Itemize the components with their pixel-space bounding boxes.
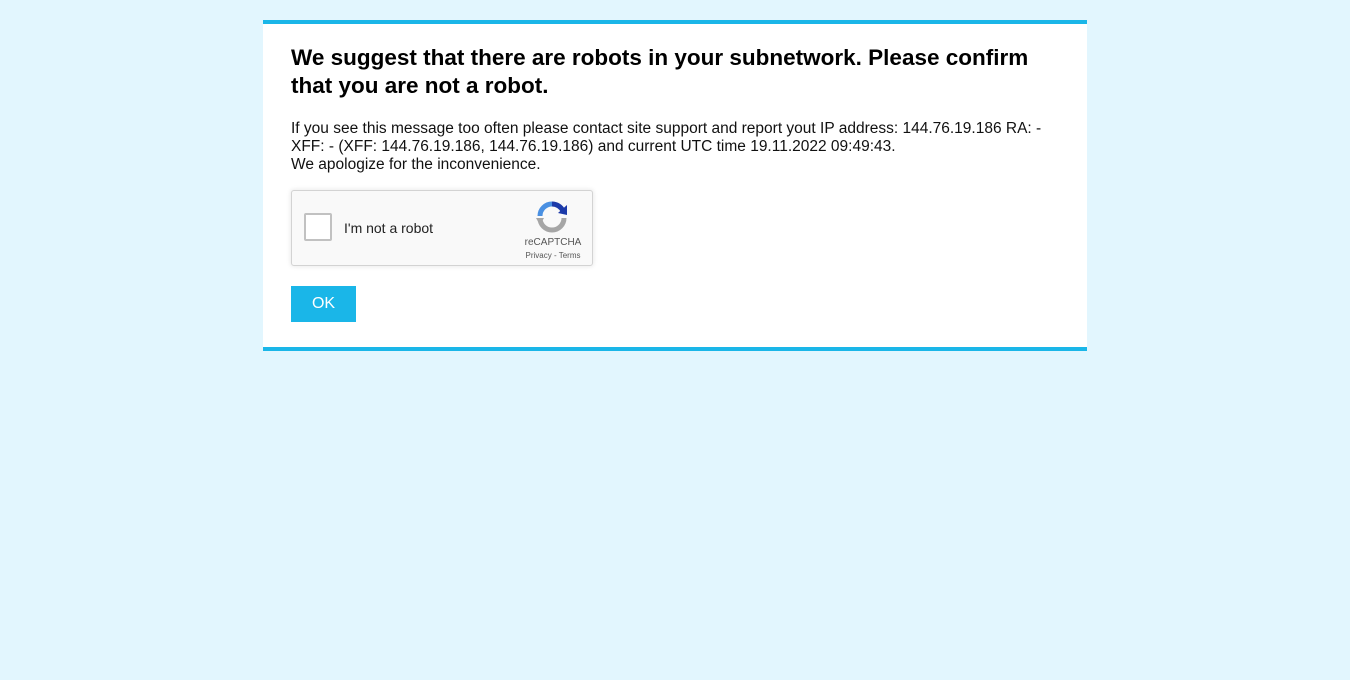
ok-button[interactable]: OK xyxy=(291,286,356,322)
recaptcha-checkbox-label: I'm not a robot xyxy=(344,220,434,236)
robot-check-card: We suggest that there are robots in your… xyxy=(263,20,1087,351)
recaptcha-links-separator: - xyxy=(551,251,559,260)
page-title: We suggest that there are robots in your… xyxy=(291,45,1029,98)
recaptcha-privacy-link[interactable]: Privacy xyxy=(526,251,552,260)
support-message: If you see this message too often please… xyxy=(291,120,1042,155)
recaptcha-widget: I'm not a robot reCAPTCHA Privacy - Term… xyxy=(291,190,593,266)
info-message: If you see this message too often please… xyxy=(291,120,1071,174)
apology-message: We apologize for the inconvenience. xyxy=(291,156,541,173)
recaptcha-checkbox[interactable] xyxy=(304,213,332,241)
recaptcha-terms-link[interactable]: Terms xyxy=(559,251,581,260)
recaptcha-brand: reCAPTCHA xyxy=(524,237,582,248)
recaptcha-logo-icon xyxy=(536,201,567,233)
recaptcha-links: Privacy - Terms xyxy=(518,251,588,260)
